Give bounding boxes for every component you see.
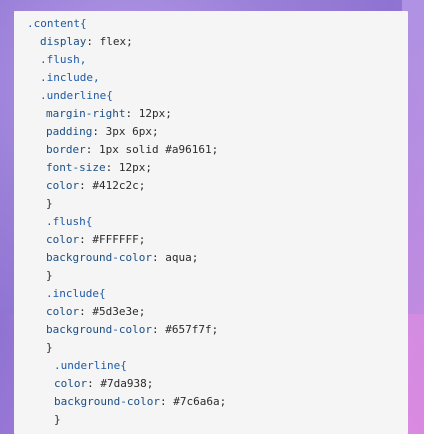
css-property: color bbox=[46, 305, 80, 318]
code-line: } bbox=[27, 411, 408, 429]
css-value: #657f7f; bbox=[165, 323, 219, 336]
css-selector: .include, bbox=[40, 71, 100, 84]
css-colon: : bbox=[151, 323, 166, 336]
css-selector: .flush, bbox=[40, 53, 87, 66]
css-value: #7da938; bbox=[100, 377, 154, 390]
css-colon: : bbox=[92, 125, 106, 138]
code-line: background-color: #657f7f; bbox=[27, 321, 408, 339]
css-property: border bbox=[46, 143, 86, 156]
css-colon: : bbox=[79, 305, 93, 318]
css-property: color bbox=[46, 233, 80, 246]
css-brace: } bbox=[46, 197, 53, 210]
css-colon: : bbox=[85, 143, 99, 156]
css-colon: : bbox=[105, 161, 119, 174]
css-selector: .include{ bbox=[46, 287, 106, 300]
css-property: color bbox=[54, 377, 88, 390]
css-value: aqua; bbox=[165, 251, 199, 264]
code-line: } bbox=[27, 339, 408, 357]
code-line: font-size: 12px; bbox=[27, 159, 408, 177]
css-brace: } bbox=[46, 341, 53, 354]
code-line: .underline{ bbox=[27, 87, 408, 105]
css-value: 1px solid #a96161; bbox=[99, 143, 219, 156]
css-property: padding bbox=[46, 125, 93, 138]
css-value: flex; bbox=[99, 35, 133, 48]
css-property: color bbox=[46, 179, 80, 192]
css-value: 12px; bbox=[138, 107, 172, 120]
css-colon: : bbox=[159, 395, 174, 408]
css-property: background-color bbox=[46, 251, 152, 264]
css-value: #5d3e3e; bbox=[92, 305, 146, 318]
css-colon: : bbox=[151, 251, 166, 264]
css-property: margin-right bbox=[46, 107, 126, 120]
code-line: .flush{ bbox=[27, 213, 408, 231]
code-line: display: flex; bbox=[27, 33, 408, 51]
code-line: color: #7da938; bbox=[27, 375, 408, 393]
code-line: color: #FFFFFF; bbox=[27, 231, 408, 249]
code-line: .include{ bbox=[27, 285, 408, 303]
css-brace: } bbox=[46, 269, 53, 282]
css-colon: : bbox=[86, 35, 100, 48]
css-value: #412c2c; bbox=[92, 179, 146, 192]
css-property: background-color bbox=[54, 395, 160, 408]
code-line: background-color: #7c6a6a; bbox=[27, 393, 408, 411]
css-selector: .underline{ bbox=[40, 89, 113, 102]
css-selector: .flush{ bbox=[46, 215, 93, 228]
code-line: background-color: aqua; bbox=[27, 249, 408, 267]
code-line: } bbox=[27, 267, 408, 285]
code-line: padding: 3px 6px; bbox=[27, 123, 408, 141]
code-line: border: 1px solid #a96161; bbox=[27, 141, 408, 159]
code-line: color: #5d3e3e; bbox=[27, 303, 408, 321]
css-colon: : bbox=[87, 377, 101, 390]
css-colon: : bbox=[125, 107, 139, 120]
code-block: .content{ display: flex; .flush, .include,.… bbox=[14, 11, 408, 429]
code-line: color: #412c2c; bbox=[27, 177, 408, 195]
css-value: 12px; bbox=[118, 161, 152, 174]
css-brace: } bbox=[54, 413, 61, 426]
code-line: margin-right: 12px; bbox=[27, 105, 408, 123]
css-colon: : bbox=[79, 233, 93, 246]
code-line: .content{ bbox=[27, 15, 408, 33]
css-colon: : bbox=[79, 179, 93, 192]
css-property: font-size bbox=[46, 161, 106, 174]
code-line: } bbox=[27, 195, 408, 213]
css-selector: .content{ bbox=[27, 17, 87, 30]
css-property: background-color bbox=[46, 323, 152, 336]
css-value: 3px 6px; bbox=[105, 125, 159, 138]
css-property: display bbox=[40, 35, 87, 48]
css-value: #FFFFFF; bbox=[92, 233, 146, 246]
code-line: .flush, bbox=[27, 51, 408, 69]
css-value: #7c6a6a; bbox=[173, 395, 227, 408]
code-line: .underline{ bbox=[27, 357, 408, 375]
code-line: .include, bbox=[27, 69, 408, 87]
code-card: .content{ display: flex; .flush, .include,.… bbox=[14, 11, 408, 434]
css-selector: .underline{ bbox=[54, 359, 127, 372]
